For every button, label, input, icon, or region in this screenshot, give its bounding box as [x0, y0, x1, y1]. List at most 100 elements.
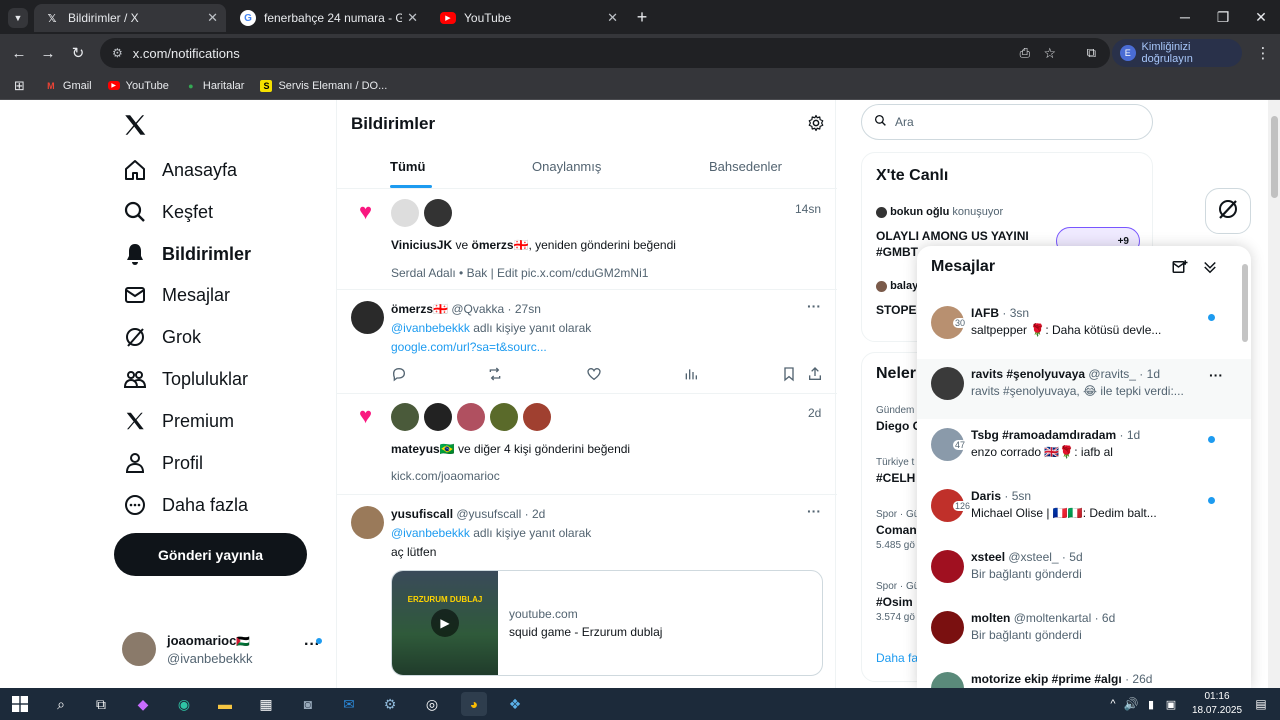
edge-icon[interactable]: ◉: [171, 692, 197, 716]
actor-name[interactable]: ömerzs🇬🇪: [471, 238, 528, 252]
link-card[interactable]: ERZURUM DUBLAJ ▶ youtube.com squid game …: [391, 570, 823, 676]
grok-fab-button[interactable]: [1205, 188, 1251, 234]
conversation-menu-icon[interactable]: ···: [1209, 367, 1223, 383]
messages-title[interactable]: Mesajlar: [931, 258, 995, 276]
maximize-icon[interactable]: ❐: [1204, 0, 1242, 34]
conversation-row[interactable]: xsteel @xsteel_ · 5d Bir bağlantı gönder…: [917, 542, 1251, 602]
bookmark-maps[interactable]: ● Haritalar: [185, 80, 244, 92]
file-explorer-icon[interactable]: ▬: [212, 692, 238, 716]
bookmark-servis[interactable]: S Servis Elemanı / DO...: [260, 79, 387, 92]
minimize-icon[interactable]: ─: [1166, 0, 1204, 34]
task-view-icon[interactable]: ⧉: [88, 692, 114, 716]
conversation-row[interactable]: ravits #şenolyuvaya @ravits_ · 1d ravits…: [917, 359, 1251, 419]
close-icon[interactable]: ✕: [207, 10, 218, 26]
close-icon[interactable]: ✕: [607, 10, 618, 26]
conversation-row[interactable]: 47 Tsbg #ramoadamdıradam · 1d enzo corra…: [917, 420, 1251, 480]
collapse-drawer-icon[interactable]: [1201, 258, 1219, 276]
bookmark-star-icon[interactable]: ☆: [1043, 45, 1056, 62]
conversation-row[interactable]: molten @moltenkartal · 6d Bir bağlantı g…: [917, 603, 1251, 663]
nav-grok[interactable]: Grok: [122, 317, 201, 357]
nav-home[interactable]: Anasayfa: [122, 150, 237, 190]
conversation-row[interactable]: 30 IAFB · 3sn saltpepper 🌹: Daha kötüsü …: [917, 298, 1251, 358]
close-icon[interactable]: ✕: [407, 10, 418, 26]
post-button[interactable]: Gönderi yayınla: [114, 533, 307, 576]
trend-item[interactable]: Gündem Diego C: [876, 405, 921, 433]
conversation-row[interactable]: motorize ekip #prime #algı · 26d: [917, 664, 1251, 688]
forward-icon[interactable]: →: [37, 42, 59, 64]
author-name[interactable]: ömerzs🇬🇪: [391, 302, 448, 316]
actor-name[interactable]: mateyus🇧🇷: [391, 442, 455, 456]
menu-dots-icon[interactable]: ⋮: [1252, 42, 1274, 64]
settings-icon[interactable]: [807, 114, 825, 132]
chrome-icon[interactable]: ◕: [461, 692, 487, 716]
close-window-icon[interactable]: ✕: [1242, 0, 1280, 34]
avatar[interactable]: [351, 301, 384, 334]
nav-notifications[interactable]: Bildirimler: [122, 234, 251, 274]
nav-profile[interactable]: Profil: [122, 443, 203, 483]
nav-premium[interactable]: Premium: [122, 401, 234, 441]
site-info-icon[interactable]: ⚙: [112, 46, 123, 60]
browser-tab-youtube[interactable]: ▶ YouTube ✕: [430, 4, 626, 32]
outlook-icon[interactable]: ✉: [336, 692, 362, 716]
trend-item[interactable]: Spor · Gü Coman 5.485 gö: [876, 509, 919, 551]
notification-center-icon[interactable]: ▤: [1248, 692, 1274, 716]
live-host[interactable]: bokun oğlu: [890, 206, 949, 218]
tab-verified[interactable]: Onaylanmış: [532, 159, 601, 174]
bookmark-icon[interactable]: [781, 366, 797, 382]
nav-messages[interactable]: Mesajlar: [122, 275, 230, 315]
nav-explore[interactable]: Keşfet: [122, 192, 213, 232]
back-icon[interactable]: ←: [8, 42, 30, 64]
avatar[interactable]: [351, 506, 384, 539]
bookmark-gmail[interactable]: M Gmail: [45, 80, 91, 92]
store-icon[interactable]: ▦: [253, 692, 279, 716]
browser-tab-google[interactable]: G fenerbahçe 24 numara - Google ✕: [230, 4, 426, 32]
app-icon[interactable]: ◎: [419, 692, 445, 716]
views-icon[interactable]: [683, 366, 699, 382]
more-icon[interactable]: ···: [807, 298, 821, 314]
tab-mentions[interactable]: Bahsedenler: [709, 159, 782, 174]
new-tab-button[interactable]: +: [632, 7, 652, 27]
nav-communities[interactable]: Topluluklar: [122, 359, 248, 399]
steam-icon[interactable]: ⚙: [377, 692, 403, 716]
reply-icon[interactable]: [391, 366, 407, 382]
extensions-icon[interactable]: ⧉: [1087, 45, 1096, 61]
tab-all[interactable]: Tümü: [390, 159, 425, 174]
browser-tab-x[interactable]: 𝕏 Bildirimler / X ✕: [34, 4, 226, 32]
nav-more[interactable]: Daha fazla: [122, 485, 248, 525]
windows-start-icon[interactable]: [7, 692, 33, 716]
like-icon[interactable]: [586, 366, 602, 382]
mention-link[interactable]: @ivanbebekkk: [391, 321, 470, 335]
tab-search-button[interactable]: ▼: [8, 8, 28, 28]
account-switcher[interactable]: joaomarioc🇵🇸 @ivanbebekkk ···: [122, 630, 332, 674]
more-icon[interactable]: ···: [807, 503, 821, 519]
share-icon[interactable]: [807, 366, 823, 382]
bookmark-youtube[interactable]: ▶ YouTube: [107, 80, 169, 92]
notification-like-1[interactable]: ♥ 14sn ViniciusJK ve ömerzs🇬🇪, yeniden g…: [337, 190, 837, 290]
show-more-link[interactable]: Daha fa: [876, 651, 918, 665]
actor-name[interactable]: ViniciusJK: [391, 238, 452, 252]
new-message-icon[interactable]: [1171, 258, 1189, 276]
trend-item[interactable]: Spor · Gü #Osim 3.574 gö: [876, 581, 919, 623]
verify-identity-button[interactable]: E Kimliğinizi doğrulayın: [1112, 39, 1242, 67]
copilot-icon[interactable]: ◆: [130, 692, 156, 716]
conversation-row[interactable]: 126 Daris · 5sn Michael Olise | 🇫🇷🇮🇹: De…: [917, 481, 1251, 541]
app2-icon[interactable]: ❖: [502, 692, 528, 716]
author-name[interactable]: yusufiscall: [391, 507, 453, 521]
notification-reply-1[interactable]: ömerzs🇬🇪 @Qvakka · 27sn ··· @ivanbebekkk…: [337, 290, 837, 394]
address-bar[interactable]: ⚙ x.com/notifications ⎙ ☆ ⧉: [100, 38, 1110, 68]
install-app-icon[interactable]: ⎙: [1020, 45, 1030, 61]
page-scrollbar-thumb[interactable]: [1271, 116, 1278, 198]
post-link[interactable]: google.com/url?sa=t&sourc...: [391, 340, 547, 354]
apps-grid-icon[interactable]: ⊞: [14, 78, 25, 94]
notification-like-2[interactable]: ♥ 2d mateyus🇧🇷 ve diğer 4 kişi gönderini…: [337, 394, 837, 495]
notification-reply-2[interactable]: yusufiscall @yusufscall · 2d ··· @ivanbe…: [337, 495, 837, 688]
drawer-scrollbar[interactable]: [1242, 264, 1248, 342]
taskbar-search-icon[interactable]: ⌕: [48, 692, 74, 716]
mention-link[interactable]: @ivanbebekkk: [391, 526, 470, 540]
repost-icon[interactable]: [487, 366, 503, 382]
clock[interactable]: 01:16 18.07.2025: [1186, 690, 1248, 718]
trend-item[interactable]: Türkiye t #CELH: [876, 457, 915, 485]
reload-icon[interactable]: ↻: [67, 42, 89, 64]
search-input[interactable]: Ara: [861, 104, 1153, 140]
network-icon[interactable]: ▣: [1158, 692, 1184, 716]
